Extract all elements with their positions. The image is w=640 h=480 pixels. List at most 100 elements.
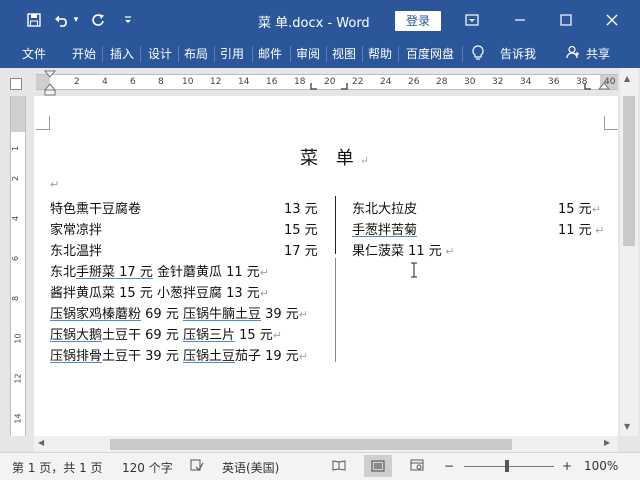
scroll-right-icon[interactable]: ▶ [604,438,610,447]
menu-separator [102,46,103,62]
ruler-number: 14 [238,77,250,87]
undo-dropdown-icon[interactable]: ▾ [70,8,82,32]
indent-marker-icon[interactable] [44,70,56,96]
menu-line: 压锅排骨土豆干 39 元 压锅土豆茄子 19 元↵ [50,349,309,364]
tab-review[interactable]: 审阅 [296,45,320,62]
column-marker-icon[interactable] [584,82,592,90]
menu-price: 15 元↵ [558,202,601,217]
vertical-scrollbar[interactable]: ▲ ▼ [620,68,638,436]
share-button[interactable]: 共享 [586,45,610,62]
title-bar: ▾ 菜 单.docx - Word 登录 [0,0,640,40]
tab-baidu-netdisk[interactable]: 百度网盘 [406,45,454,62]
vertical-ruler[interactable]: 1 2 4 6 8 10 12 14 [10,96,26,436]
proofing-icon[interactable] [190,459,204,474]
menu-separator [178,46,179,62]
ribbon-display-icon[interactable] [454,8,490,32]
close-icon[interactable] [594,8,630,32]
menu-item: 东北大拉皮 [352,202,418,217]
share-icon[interactable] [566,45,580,62]
tab-selector[interactable] [10,78,22,90]
zoom-out-button[interactable]: − [444,459,454,473]
scroll-left-icon[interactable]: ◀ [38,438,44,447]
crop-mark [604,116,618,130]
menu-price: 13 元 [284,202,318,217]
scrollbar-thumb[interactable] [623,96,635,246]
minimize-icon[interactable] [502,8,538,32]
menu-price: 11 元 ↵ [558,223,605,238]
read-mode-icon[interactable] [332,459,346,474]
page-count[interactable]: 第 1 页，共 1 页 [12,459,103,476]
redo-icon[interactable] [86,8,110,32]
ruler-number: 2 [11,175,21,182]
ruler-number: 32 [492,77,504,87]
zoom-in-button[interactable]: + [562,459,572,473]
tab-insert[interactable]: 插入 [110,45,134,62]
ruler-number: 36 [548,77,560,87]
menu-item: 手葱拌苦菊 [352,223,418,238]
column-marker-icon[interactable] [310,82,318,90]
column-marker-icon[interactable] [340,82,348,90]
menu-line: 压锅家鸡榛蘑粉 69 元 压锅牛腩土豆 39 元↵ [50,307,309,322]
tell-me-box[interactable]: 告诉我 [500,45,536,62]
ruler-number: 10 [182,77,194,87]
menu-separator [462,46,463,62]
ruler-margin-top [11,96,25,132]
ruler-number: 6 [11,255,21,262]
customize-qat-icon[interactable] [116,8,140,32]
print-layout-button[interactable] [364,455,392,477]
text-cursor-icon [411,262,417,278]
document-page[interactable]: 菜 单↵ ↵ 特色熏干豆腐卷 13 元 家常凉拌 15 元 东北温拌 17 元 … [34,96,618,436]
language-indicator[interactable]: 英语(美国) [222,459,279,476]
column-separator [335,258,336,362]
scroll-up-icon[interactable]: ▲ [624,74,630,83]
zoom-slider[interactable] [464,466,554,467]
page-title: 菜 单↵ [300,148,375,169]
zoom-level[interactable]: 100% [584,459,618,473]
tab-help[interactable]: 帮助 [368,45,392,62]
menu-separator [362,46,363,62]
zoom-slider-thumb[interactable] [505,460,509,472]
menu-separator [326,46,327,62]
tab-home[interactable]: 开始 [72,45,96,62]
ruler-number: 4 [11,215,21,222]
ruler-number: 16 [266,77,278,87]
right-indent-marker-icon[interactable] [598,82,610,92]
horizontal-ruler[interactable]: 2 4 6 8 10 12 14 16 18 20 22 24 26 28 30… [0,68,640,96]
menu-line: 压锅大鹅土豆干 69 元 压锅三片 15 元↵ [50,328,283,343]
ruler-number: 12 [13,373,23,384]
tab-design[interactable]: 设计 [148,45,172,62]
ruler-number: 30 [464,77,476,87]
ruler-number: 8 [11,295,21,302]
ruler-number: 2 [74,77,80,87]
menu-item: 东北温拌 [50,244,103,259]
tab-layout[interactable]: 布局 [184,45,208,62]
tab-references[interactable]: 引用 [220,45,244,62]
ribbon-tabs: 文件 开始 插入 设计 布局 引用 邮件 审阅 视图 帮助 百度网盘 告诉我 共… [0,40,640,68]
ruler-number: 20 [324,77,336,87]
web-layout-icon[interactable] [410,459,424,474]
menu-separator [140,46,141,62]
ruler-number: 1 [11,145,21,152]
scroll-down-icon[interactable]: ▼ [624,422,630,431]
login-button[interactable]: 登录 [395,11,441,31]
maximize-icon[interactable] [548,8,584,32]
word-count[interactable]: 120 个字 [122,459,173,476]
menu-item: 家常凉拌 [50,223,103,238]
menu-item: 果仁菠菜 11 元 ↵ [352,244,455,259]
tab-mailings[interactable]: 邮件 [258,45,282,62]
tab-view[interactable]: 视图 [332,45,356,62]
menu-separator [398,46,399,62]
lightbulb-icon[interactable] [472,45,484,64]
horizontal-scrollbar[interactable]: ◀ ▶ [34,436,618,452]
save-icon[interactable] [22,8,46,32]
status-bar: 第 1 页，共 1 页 120 个字 英语(美国) − + 100% [0,452,640,480]
scrollbar-thumb[interactable] [110,439,512,450]
tab-file[interactable]: 文件 [22,45,46,62]
menu-price: 17 元 [284,244,318,259]
paragraph-mark: ↵ [50,178,60,191]
menu-separator [214,46,215,62]
menu-price: 15 元 [284,223,318,238]
ruler-number: 24 [380,77,392,87]
ruler-number: 14 [13,413,23,424]
ruler-number: 6 [130,77,136,87]
